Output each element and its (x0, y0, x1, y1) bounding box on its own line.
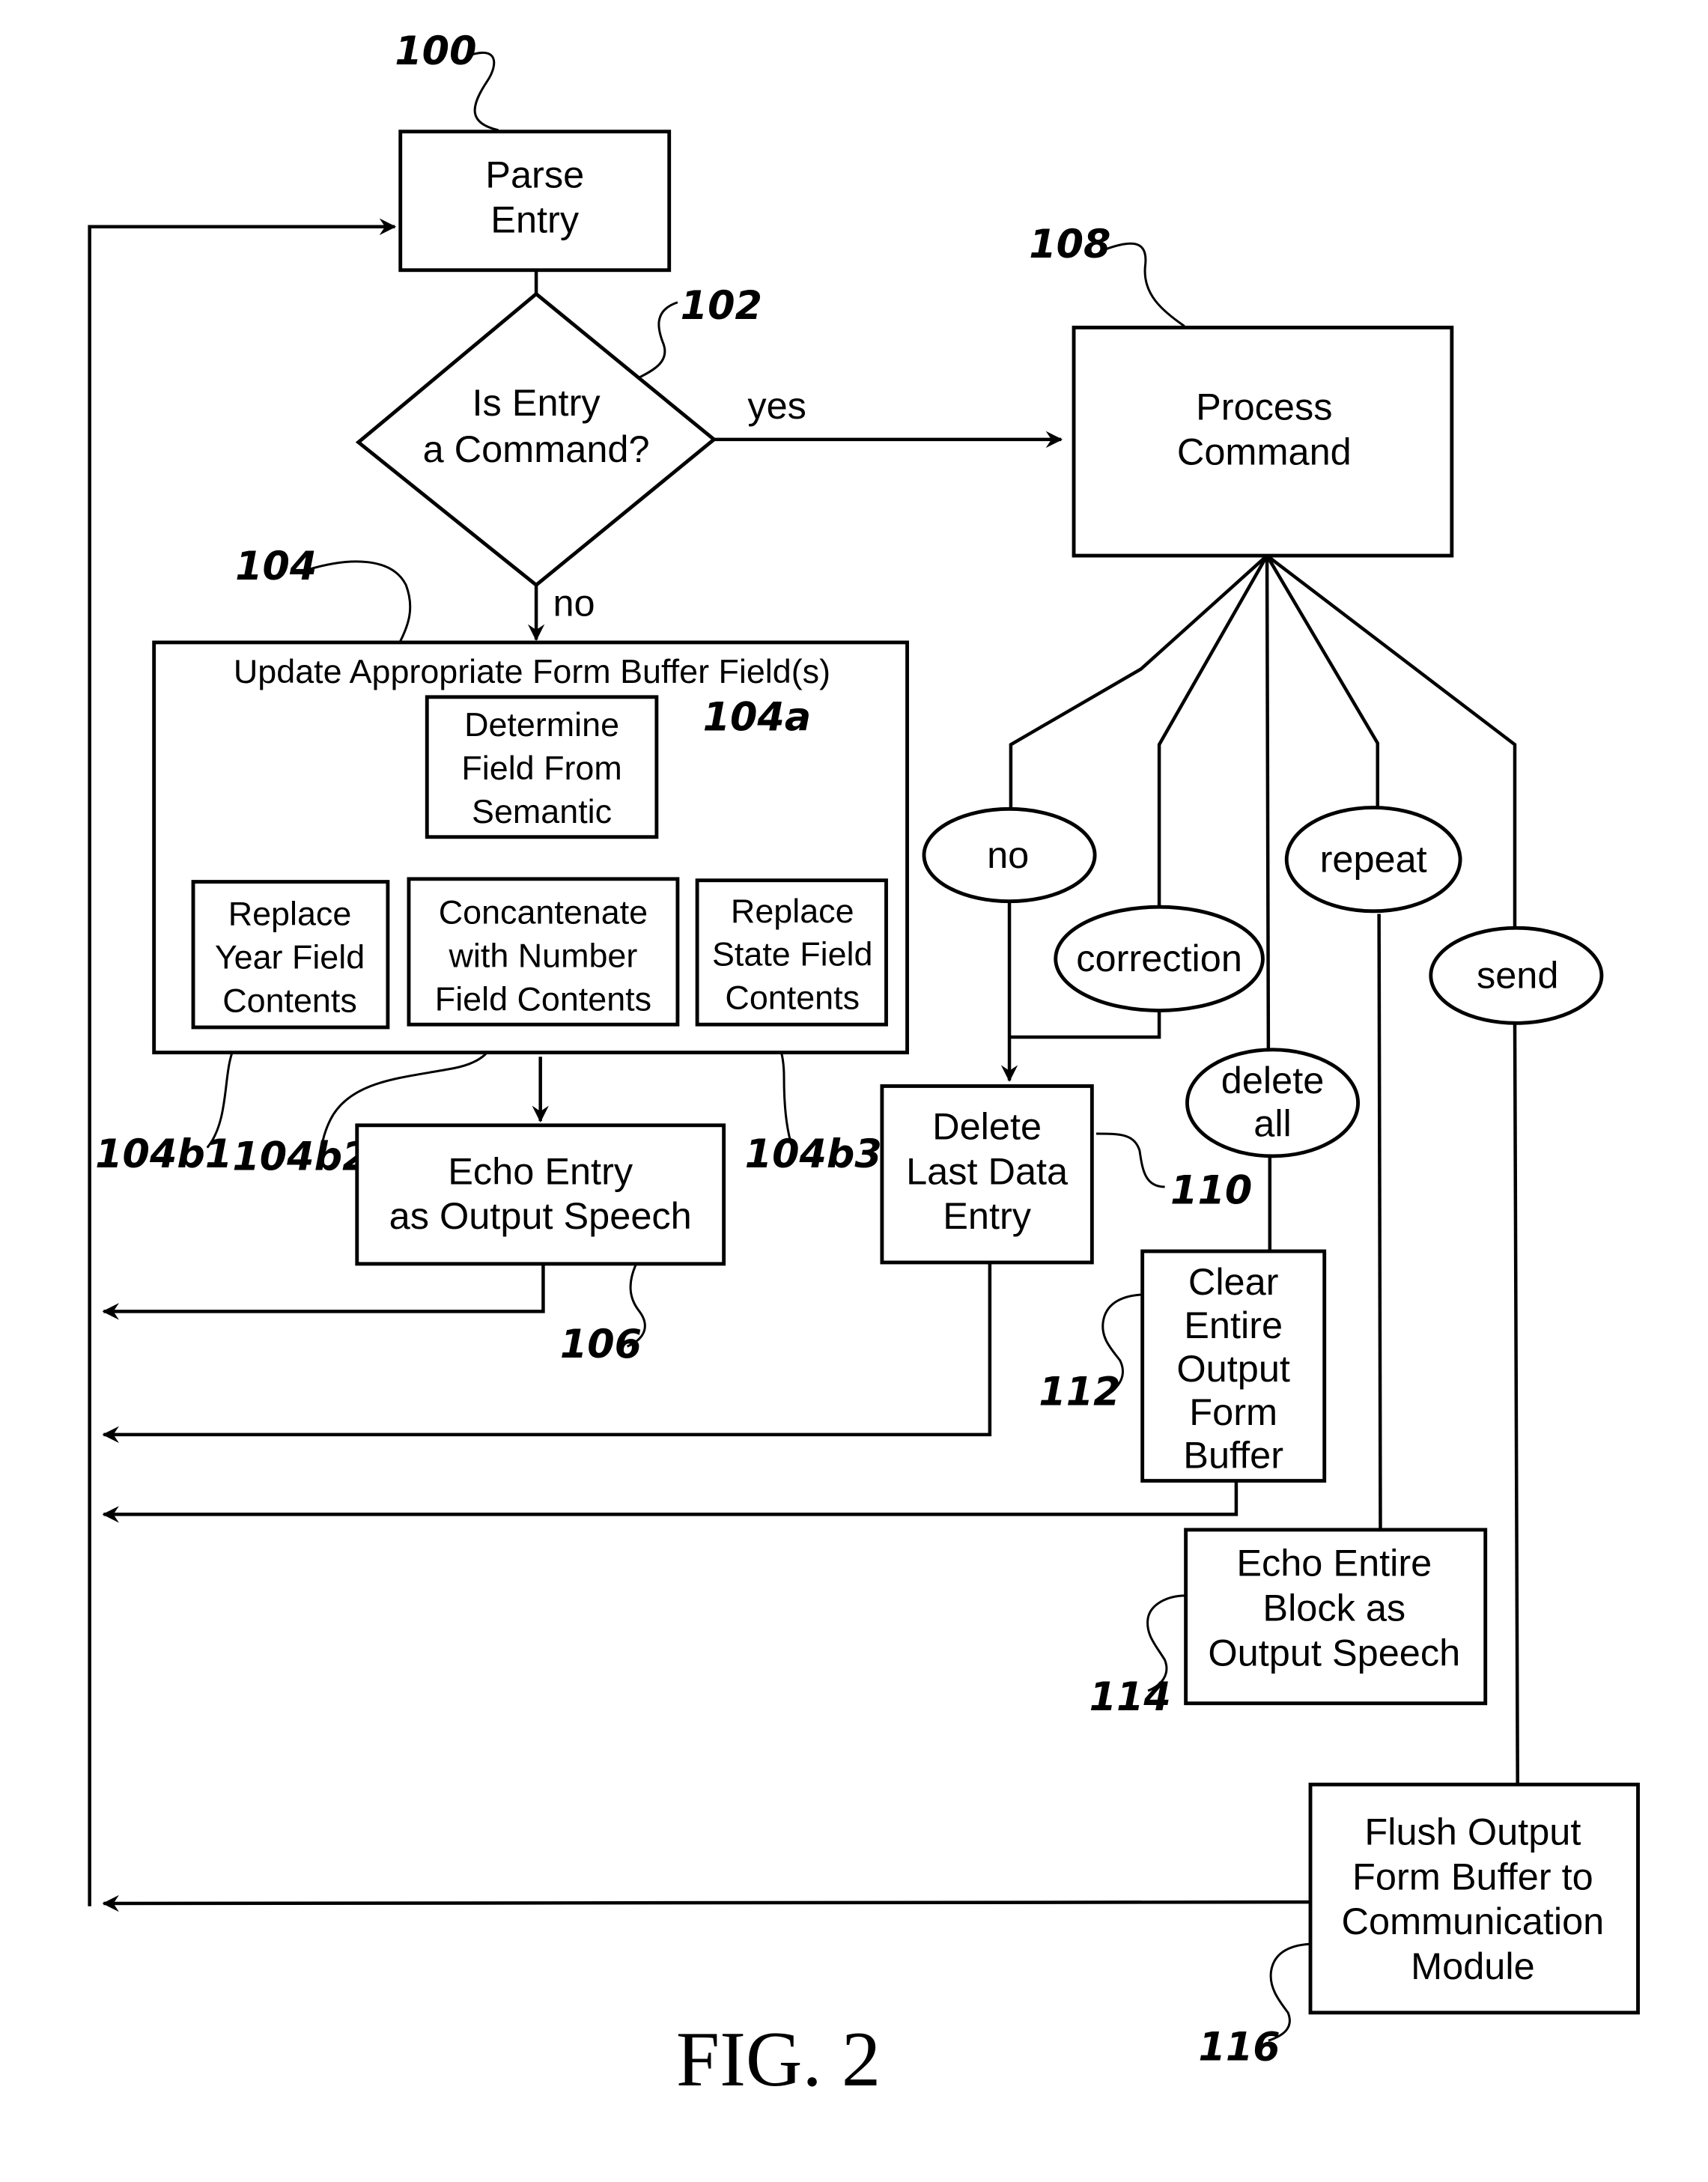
ref-112: 112 (1039, 1370, 1120, 1415)
delete-last-line-3: Entry (943, 1194, 1032, 1237)
ref-100: 100 (395, 28, 476, 74)
command-repeat-label: repeat (1320, 837, 1427, 880)
echo-block-line-2: Block as (1262, 1586, 1405, 1629)
command-no-label: no (987, 833, 1029, 876)
return-loop-bus (88, 218, 397, 1906)
flush-buffer-step: Flush Output Form Buffer to Communicatio… (1308, 1782, 1640, 2015)
clear-buffer-line-3: Output (1176, 1347, 1290, 1390)
ref-114: 114 (1089, 1674, 1171, 1720)
ref-106: 106 (560, 1322, 642, 1367)
command-send-label: send (1477, 954, 1558, 997)
echo-block-line-1: Echo Entire (1236, 1542, 1432, 1584)
branch-no-line (1009, 554, 1268, 815)
process-command-line-2: Command (1177, 431, 1352, 473)
decision-line-2: a Command? (423, 428, 650, 470)
branch-correction-line (1157, 554, 1269, 908)
process-command-line-1: Process (1196, 386, 1332, 428)
replace-state-line-3: Contents (725, 979, 860, 1017)
command-delete-all-label-2: all (1253, 1102, 1292, 1145)
update-form-title: Update Appropriate Form Buffer Field(s) (234, 652, 830, 690)
ref-104b3: 104b3 (745, 1131, 882, 1177)
correction-to-delete-line (1009, 1009, 1161, 1039)
echo-entry-line-2: as Output Speech (389, 1194, 692, 1237)
determine-field-line-2: Field From (461, 749, 621, 787)
command-no-oval: no (922, 806, 1097, 904)
replace-year-line-1: Replace (228, 895, 352, 933)
parse-entry-line-2: Entry (490, 198, 580, 240)
command-repeat-oval: repeat (1284, 806, 1462, 914)
delete-last-step: Delete Last Data Entry (880, 1084, 1094, 1265)
parse-entry-line-1: Parse (485, 153, 584, 195)
determine-field-line-1: Determine (464, 705, 619, 744)
flush-buffer-line-2: Form Buffer to (1352, 1855, 1593, 1897)
echo-block-step: Echo Entire Block as Output Speech (1184, 1528, 1488, 1706)
decision-line-1: Is Entry (472, 381, 601, 424)
flush-buffer-line-4: Module (1411, 1945, 1535, 1987)
branch-repeat-line (1265, 554, 1380, 816)
ref-104b2: 104b2 (232, 1134, 369, 1180)
concatenate-line-3: Field Contents (435, 980, 651, 1018)
repeat-to-echo-block-line (1377, 914, 1382, 1530)
command-delete-all-label-1: delete (1221, 1059, 1325, 1101)
flush-buffer-line-1: Flush Output (1364, 1811, 1581, 1853)
clear-buffer-step: Clear Entire Output Form Buffer (1140, 1249, 1327, 1483)
clear-buffer-line-5: Buffer (1183, 1434, 1283, 1477)
concatenate-line-2: with Number (449, 937, 638, 975)
flowchart-figure: Parse Entry 100 Is Entry a Command? 102 … (88, 28, 1640, 2103)
ref-102: 102 (681, 283, 762, 329)
replace-state-line-1: Replace (731, 892, 854, 930)
echo-entry-return-arrow (102, 1265, 545, 1320)
ref-104: 104 (235, 544, 317, 589)
clear-return-arrow (102, 1480, 1239, 1523)
process-command-step: Process Command (1072, 325, 1454, 558)
replace-state-line-2: State Field (712, 935, 872, 973)
clear-buffer-line-1: Clear (1188, 1260, 1279, 1303)
yes-label: yes (747, 384, 806, 427)
ref-104a: 104a (703, 695, 812, 741)
branch-delete-all-line (1265, 556, 1271, 1060)
delete-return-arrow (102, 1262, 992, 1444)
command-correction-label: correction (1076, 937, 1242, 979)
ref-116: 116 (1198, 2024, 1280, 2070)
send-to-flush-line (1513, 1021, 1519, 1785)
flush-return-arrow (102, 1894, 1310, 1912)
flush-buffer-line-3: Communication (1342, 1900, 1605, 1942)
echo-block-line-3: Output Speech (1208, 1631, 1460, 1674)
command-delete-all-oval: delete all (1185, 1048, 1361, 1158)
replace-year-line-3: Contents (222, 981, 357, 1019)
ref-104b1: 104b1 (95, 1131, 232, 1177)
parse-entry-step: Parse Entry (398, 130, 672, 273)
command-correction-oval: correction (1054, 905, 1265, 1012)
concatenate-line-1: Concantenate (439, 893, 648, 932)
command-send-oval: send (1429, 926, 1604, 1025)
ref-110: 110 (1170, 1167, 1252, 1213)
clear-buffer-line-2: Entire (1184, 1304, 1283, 1346)
clear-buffer-line-4: Form (1189, 1391, 1277, 1433)
replace-year-line-2: Year Field (215, 937, 365, 976)
delete-last-line-1: Delete (932, 1104, 1042, 1147)
figure-caption: FIG. 2 (676, 2016, 881, 2103)
echo-entry-line-1: Echo Entry (448, 1149, 633, 1192)
echo-entry-step: Echo Entry as Output Speech (355, 1123, 726, 1266)
no-label: no (553, 581, 595, 624)
ref-108: 108 (1029, 222, 1110, 267)
determine-field-line-3: Semantic (472, 792, 612, 830)
delete-last-line-2: Last Data (906, 1149, 1069, 1192)
